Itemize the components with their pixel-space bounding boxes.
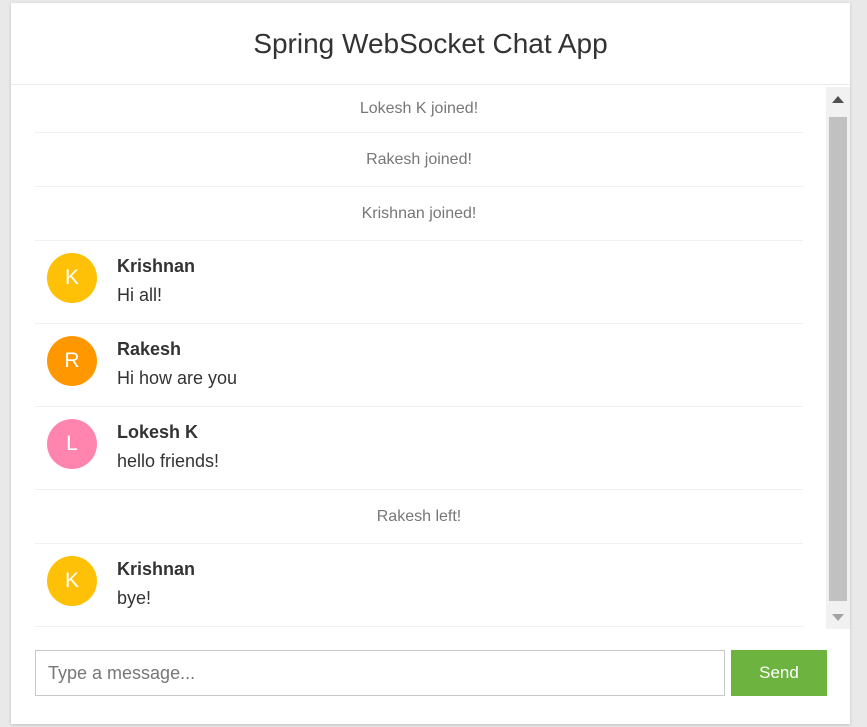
chat-message: L Lokesh K hello friends! bbox=[35, 407, 803, 490]
event-message: Lokesh K joined! bbox=[35, 86, 803, 133]
chat-message: K Krishnan bye! bbox=[35, 544, 803, 627]
send-button[interactable]: Send bbox=[731, 650, 827, 696]
scroll-up-button[interactable] bbox=[826, 87, 850, 111]
scroll-down-button[interactable] bbox=[826, 605, 850, 629]
avatar: R bbox=[47, 336, 97, 386]
message-content: hello friends! bbox=[117, 451, 220, 471]
message-input[interactable] bbox=[35, 650, 725, 696]
event-message: Rakesh joined! bbox=[35, 133, 803, 187]
chat-message: R Rakesh Hi how are you bbox=[35, 324, 803, 407]
event-message: Rakesh left! bbox=[35, 490, 803, 544]
message-content: Hi all! bbox=[117, 285, 163, 305]
message-form: Send bbox=[35, 650, 827, 696]
sender-name: Krishnan bbox=[117, 559, 196, 579]
message-content: Hi how are you bbox=[117, 368, 238, 388]
page-title: Spring WebSocket Chat App bbox=[253, 27, 608, 59]
chat-container: Spring WebSocket Chat App Lokesh K joine… bbox=[11, 3, 850, 724]
sender-name: Krishnan bbox=[117, 256, 196, 276]
arrow-down-icon bbox=[832, 613, 844, 621]
sender-name: Rakesh bbox=[117, 339, 182, 359]
chat-header: Spring WebSocket Chat App bbox=[11, 3, 850, 85]
sender-name: Lokesh K bbox=[117, 422, 199, 442]
message-content: bye! bbox=[117, 588, 152, 608]
avatar: L bbox=[47, 419, 97, 469]
chat-message: K Krishnan Hi all! bbox=[35, 241, 803, 324]
message-scrollbar[interactable] bbox=[826, 87, 850, 629]
avatar: K bbox=[47, 253, 97, 303]
avatar: K bbox=[47, 556, 97, 606]
message-area[interactable]: Lokesh K joined! Rakesh joined! Krishnan… bbox=[35, 86, 803, 629]
event-message: Krishnan joined! bbox=[35, 187, 803, 241]
scrollbar-thumb[interactable] bbox=[829, 117, 847, 601]
arrow-up-icon bbox=[832, 95, 844, 103]
